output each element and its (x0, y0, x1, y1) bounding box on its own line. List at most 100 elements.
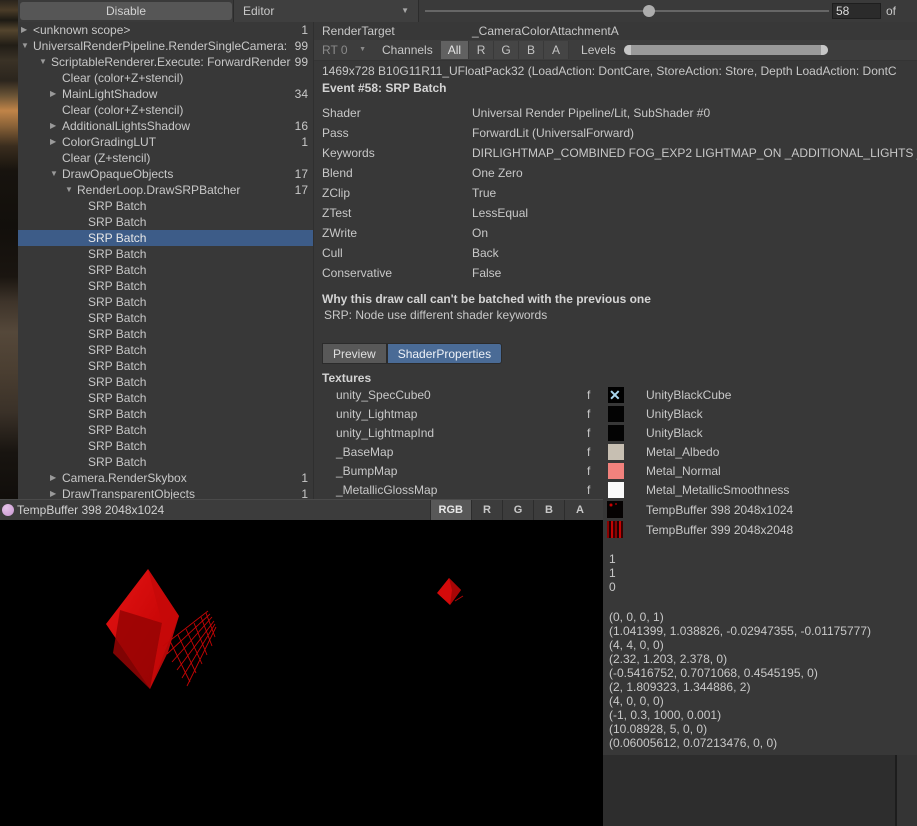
tree-row[interactable]: SRP Batch (18, 278, 313, 294)
property-row: ZClip True (314, 183, 917, 203)
tree-row[interactable]: ▼ RenderLoop.DrawSRPBatcher 17 (18, 182, 313, 198)
tree-row[interactable]: ▼ DrawOpaqueObjects 17 (18, 166, 313, 182)
foldout-icon[interactable] (76, 438, 88, 454)
tree-row[interactable]: ▶ <unknown scope> 1 (18, 22, 313, 38)
foldout-icon[interactable] (50, 70, 62, 86)
texture-asset-name: Metal_MetallicSmoothness (646, 481, 789, 500)
property-label: Cull (314, 243, 472, 263)
tree-row[interactable]: SRP Batch (18, 198, 313, 214)
foldout-icon[interactable] (76, 390, 88, 406)
tree-row-label: SRP Batch (88, 278, 308, 294)
tree-row[interactable]: SRP Batch (18, 358, 313, 374)
foldout-icon[interactable] (76, 230, 88, 246)
render-target-value: _CameraColorAttachmentA (472, 22, 619, 40)
texture-row[interactable]: _BumpMap f Metal_Normal (314, 462, 917, 481)
levels-min-handle[interactable] (624, 45, 631, 55)
foldout-icon[interactable] (76, 246, 88, 262)
foldout-icon[interactable] (76, 198, 88, 214)
foldout-icon[interactable] (76, 262, 88, 278)
channel-button[interactable]: B (519, 41, 544, 59)
toolbar: Disable Editor 58 of 100 (18, 0, 917, 23)
foldout-icon[interactable] (76, 342, 88, 358)
channel-button[interactable]: R (469, 41, 494, 59)
tree-row[interactable]: SRP Batch (18, 422, 313, 438)
levels-max-handle[interactable] (821, 45, 828, 55)
foldout-icon[interactable] (76, 358, 88, 374)
tree-row[interactable]: SRP Batch (18, 406, 313, 422)
foldout-icon[interactable] (50, 150, 62, 166)
tree-row[interactable]: ▶ Camera.RenderSkybox 1 (18, 470, 313, 486)
foldout-icon[interactable]: ▶ (21, 22, 33, 38)
tree-row-count: 99 (295, 54, 313, 70)
tree-row[interactable]: ▼ UniversalRenderPipeline.RenderSingleCa… (18, 38, 313, 54)
tree-row-label: SRP Batch (88, 358, 308, 374)
tree-row[interactable]: Clear (Z+stencil) (18, 150, 313, 166)
foldout-icon[interactable]: ▼ (21, 38, 33, 54)
tree-row[interactable]: SRP Batch (18, 262, 313, 278)
foldout-icon[interactable]: ▼ (50, 166, 62, 182)
preview-channel-button[interactable]: RGB (430, 500, 471, 520)
foldout-icon[interactable]: ▶ (50, 86, 62, 102)
sphere-icon (2, 504, 14, 516)
foldout-icon[interactable] (76, 374, 88, 390)
foldout-icon[interactable]: ▶ (50, 470, 62, 486)
event-number-field[interactable]: 58 (832, 3, 881, 19)
texture-row[interactable]: unity_LightmapInd f UnityBlack (314, 424, 917, 443)
tree-row[interactable]: ▼ ScriptableRenderer.Execute: ForwardRen… (18, 54, 313, 70)
texture-row[interactable]: _MetallicGlossMap f Metal_MetallicSmooth… (314, 481, 917, 500)
foldout-icon[interactable] (76, 454, 88, 470)
foldout-icon[interactable]: ▼ (39, 54, 51, 70)
event-slider[interactable] (425, 0, 829, 22)
tree-row[interactable]: SRP Batch (18, 342, 313, 358)
source-dropdown[interactable]: Editor (233, 0, 419, 22)
foldout-icon[interactable] (50, 102, 62, 118)
tree-row[interactable]: Clear (color+Z+stencil) (18, 102, 313, 118)
foldout-icon[interactable] (76, 214, 88, 230)
foldout-icon[interactable]: ▶ (50, 118, 62, 134)
levels-range-slider[interactable] (624, 45, 828, 55)
texture-row[interactable]: unity_SpecCube0 f UnityBlackCube (314, 386, 917, 405)
disable-button[interactable]: Disable (20, 2, 232, 20)
foldout-icon[interactable] (76, 406, 88, 422)
preview-channel-button[interactable]: R (471, 500, 502, 520)
detail-tab[interactable]: Preview (322, 343, 387, 364)
channel-button[interactable]: G (494, 41, 519, 59)
tree-row[interactable]: SRP Batch (18, 438, 313, 454)
tree-row[interactable]: SRP Batch (18, 374, 313, 390)
texture-asset-name: UnityBlack (646, 405, 703, 424)
tree-row[interactable]: SRP Batch (18, 214, 313, 230)
texture-flag: f (587, 481, 590, 500)
foldout-icon[interactable] (76, 326, 88, 342)
event-slider-handle[interactable] (643, 5, 655, 17)
tree-row[interactable]: ▶ AdditionalLightsShadow 16 (18, 118, 313, 134)
texture-row[interactable]: _BaseMap f Metal_Albedo (314, 443, 917, 462)
foldout-icon[interactable]: ▼ (65, 182, 77, 198)
channel-button[interactable]: A (544, 41, 569, 59)
texture-row[interactable]: unity_Lightmap f UnityBlack (314, 405, 917, 424)
tree-row[interactable]: Clear (color+Z+stencil) (18, 70, 313, 86)
tree-row[interactable]: SRP Batch (18, 390, 313, 406)
detail-tab[interactable]: ShaderProperties (387, 343, 502, 364)
foldout-icon[interactable] (76, 422, 88, 438)
tree-row-label: SRP Batch (88, 390, 308, 406)
preview-channel-button[interactable]: G (502, 500, 533, 520)
texture-property-name: _BumpMap (336, 462, 397, 481)
tree-row[interactable]: SRP Batch (18, 294, 313, 310)
foldout-icon[interactable]: ▶ (50, 134, 62, 150)
rt-dropdown[interactable]: RT 0 (314, 42, 368, 58)
preview-channel-button[interactable]: B (533, 500, 564, 520)
tree-row[interactable]: SRP Batch (18, 326, 313, 342)
tree-row[interactable]: SRP Batch (18, 230, 313, 246)
tree-row[interactable]: SRP Batch (18, 454, 313, 470)
channel-button[interactable]: All (441, 41, 469, 59)
foldout-icon[interactable] (76, 294, 88, 310)
tree-row[interactable]: ▶ ColorGradingLUT 1 (18, 134, 313, 150)
foldout-icon[interactable] (76, 278, 88, 294)
tree-row[interactable]: SRP Batch (18, 246, 313, 262)
tree-row-label: <unknown scope> (33, 22, 301, 38)
scrollbar-track[interactable] (897, 755, 917, 826)
foldout-icon[interactable] (76, 310, 88, 326)
tree-row[interactable]: SRP Batch (18, 310, 313, 326)
tree-row[interactable]: ▶ MainLightShadow 34 (18, 86, 313, 102)
preview-channel-button[interactable]: A (564, 500, 595, 520)
